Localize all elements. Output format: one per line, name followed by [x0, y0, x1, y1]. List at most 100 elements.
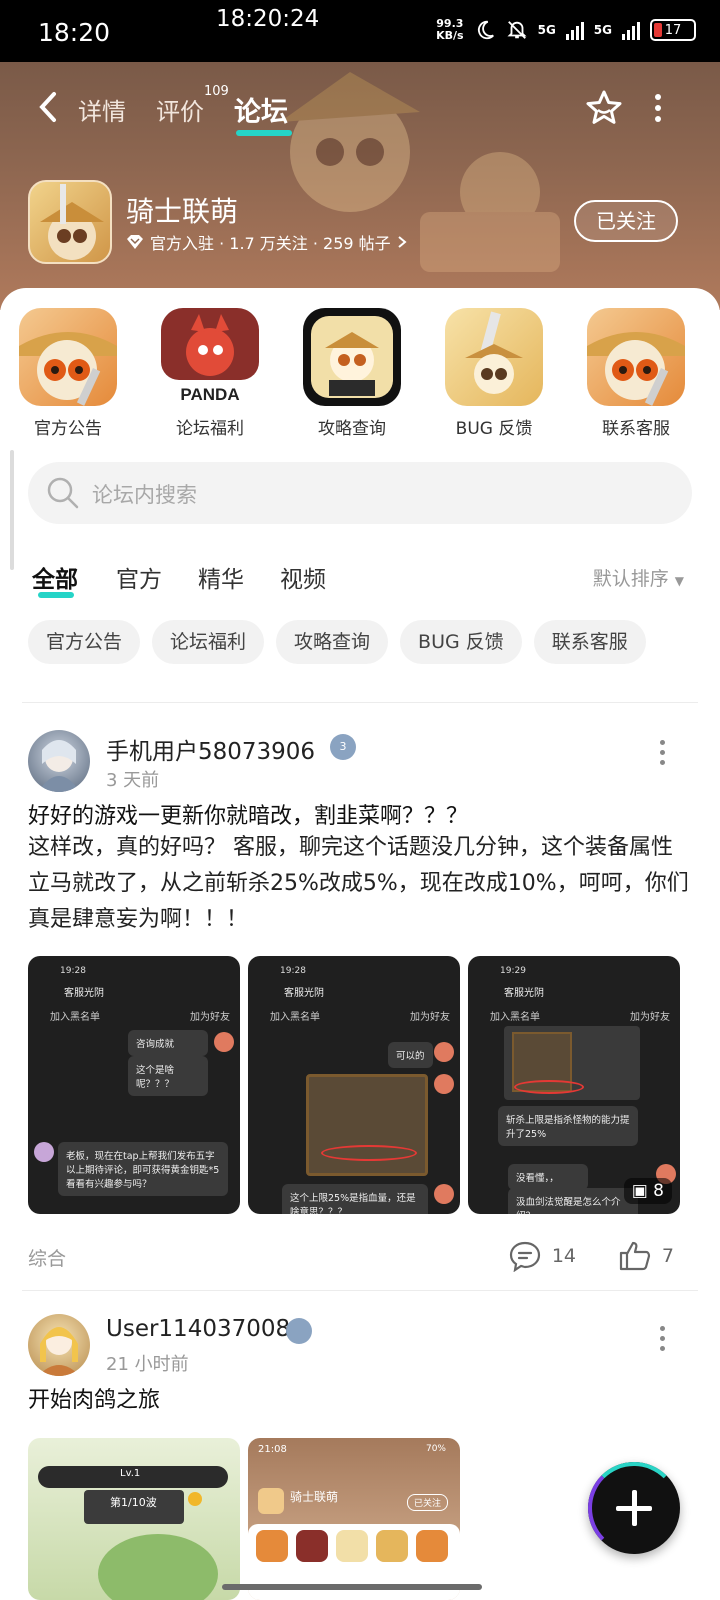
search-icon — [47, 477, 79, 509]
filter-tab-featured[interactable]: 精华 — [198, 560, 244, 594]
chip-official-notice[interactable]: 官方公告 — [28, 620, 141, 664]
shot-avatar — [434, 1042, 454, 1062]
clock-overlay: 18:20:24 — [216, 6, 320, 32]
post-image-1[interactable]: 19:28 客服光阴 加入黑名单 加为好友 咨询成就 这个是啥呢？？？ 老板，现在… — [28, 956, 240, 1214]
shortcut-label: 论坛福利 — [176, 419, 244, 439]
post-image-2[interactable]: 21:08 70% 骑士联萌 已关注 — [248, 1438, 460, 1600]
shortcut-guide-lookup[interactable]: 攻略查询 — [302, 308, 402, 439]
filter-tabs: 全部 官方 精华 视频 默认排序 ▼ — [0, 560, 720, 604]
status-time: 18:20 — [38, 18, 111, 47]
shortcut-label: BUG 反馈 — [455, 419, 533, 439]
shortcut-label: 攻略查询 — [318, 419, 386, 439]
image-count-badge[interactable]: ▣ 8 — [623, 1178, 672, 1204]
more-options-icon[interactable] — [654, 94, 662, 122]
panda-knight-icon — [19, 308, 117, 406]
user-avatar[interactable] — [28, 730, 90, 792]
chip-contact-support[interactable]: 联系客服 — [533, 620, 646, 664]
forum-page: 18:20 18:20:24 99.3 KB/s 5G 5G 17 详情 评价 … — [0, 0, 720, 1600]
tab-forum[interactable]: 论坛 — [234, 90, 288, 129]
comment-icon — [509, 1241, 540, 1272]
shot-avatar — [434, 1184, 454, 1204]
thumb-time: 21:08 — [258, 1444, 287, 1455]
shot-time: 19:29 — [500, 966, 526, 976]
shot-item-card — [504, 1026, 640, 1100]
sort-label: 默认排序 — [592, 568, 669, 590]
thumbs-up-icon — [619, 1241, 651, 1271]
post-image-3[interactable]: 19:29 客服光阴 加入黑名单 加为好友 斩杀上限是指杀怪物的能力提升了25% … — [468, 956, 680, 1214]
shortcut-contact-support[interactable]: 联系客服 — [586, 308, 686, 439]
shot-avatar — [434, 1074, 454, 1094]
gallery-icon: ▣ — [631, 1181, 648, 1201]
knight-sword-icon — [445, 308, 543, 406]
post-image-1[interactable]: Lv.1 第1/10波 — [28, 1438, 240, 1600]
forum-content: 官方公告 PANDA 论坛福利 攻略查询 BUG 反馈 联系客服 论坛内搜索 全… — [0, 288, 720, 1600]
game-meta[interactable]: 官方入驻 · 1.7 万关注 · 259 帖子 — [126, 230, 407, 254]
verified-diamond-icon — [127, 235, 143, 249]
comment-button[interactable]: 14 — [508, 1240, 576, 1272]
shot-bubble: 老板，现在在tap上帮我们发布五字以上期待评论，即可获得黄金钥匙*5看看有兴趣参… — [58, 1142, 228, 1196]
shot-actions: 加入黑名单 加为好友 — [490, 1008, 670, 1023]
shortcut-forum-benefits[interactable]: PANDA 论坛福利 — [160, 308, 260, 439]
username[interactable]: 手机用户58073906 — [106, 732, 315, 766]
thumb-logo — [258, 1488, 284, 1514]
image-count: 8 — [653, 1181, 664, 1201]
tab-forum-underline — [236, 130, 292, 136]
follow-button[interactable]: 已关注 — [574, 200, 678, 242]
game-meta-text: 官方入驻 · 1.7 万关注 · 259 帖子 — [150, 234, 391, 253]
shortcut-official-notice[interactable]: 官方公告 — [18, 308, 118, 439]
post-more-icon[interactable] — [660, 740, 666, 770]
thumb-follow: 已关注 — [406, 1494, 448, 1511]
back-arrow-icon[interactable] — [36, 90, 60, 124]
post-more-icon[interactable] — [660, 1326, 666, 1356]
chevron-right-icon — [398, 236, 407, 248]
post-category-tag[interactable]: 综合 — [28, 1244, 66, 1271]
shot-add-friend: 加为好友 — [410, 1012, 450, 1023]
username[interactable]: User114037008 — [106, 1316, 290, 1342]
filter-tab-video[interactable]: 视频 — [280, 560, 326, 594]
chip-forum-benefits[interactable]: 论坛福利 — [152, 620, 265, 664]
forum-search-input[interactable]: 论坛内搜索 — [28, 462, 692, 524]
post-card[interactable]: User114037008 21 小时前 开始肉鸽之旅 Lv.1 第1/10波 … — [0, 1290, 720, 1600]
shot-blacklist: 加入黑名单 — [270, 1012, 320, 1023]
sort-dropdown[interactable]: 默认排序 ▼ — [593, 564, 684, 591]
tab-details[interactable]: 详情 — [78, 92, 126, 127]
panda-knight-icon — [587, 308, 685, 406]
tree-shape — [98, 1534, 218, 1600]
battery-level: 17 — [664, 22, 682, 38]
shot-bubble: 咨询成就 — [128, 1030, 208, 1056]
filter-tab-official[interactable]: 官方 — [116, 560, 162, 594]
post-card[interactable]: 手机用户58073906 3 3 天前 好好的游戏一更新你就暗改，割韭菜啊？？？… — [0, 702, 720, 1310]
thumb-icon-row — [256, 1530, 448, 1562]
shot-bubble: 斩杀上限是指杀怪物的能力提升了25% — [498, 1106, 638, 1146]
shortcut-row: 官方公告 PANDA 论坛福利 攻略查询 BUG 反馈 联系客服 — [0, 308, 720, 439]
post-body: 这样改，真的好吗？ 客服，聊完这个话题没几分钟，这个装备属性立马就改了，从之前斩… — [28, 835, 689, 932]
shot-chat-name: 客服光阴 — [284, 988, 324, 999]
chip-bug-report[interactable]: BUG 反馈 — [400, 620, 522, 664]
home-indicator[interactable] — [222, 1584, 482, 1590]
game-name: 骑士联萌 — [126, 195, 239, 228]
top-nav: 详情 评价 109 论坛 — [0, 80, 720, 140]
shot-chat-name: 客服光阴 — [504, 988, 544, 999]
shot-blacklist: 加入黑名单 — [50, 1012, 100, 1023]
signal-1-icon — [565, 20, 584, 40]
chip-guide-lookup[interactable]: 攻略查询 — [276, 620, 389, 664]
star-favorite-icon[interactable] — [584, 88, 624, 128]
hud-level: Lv.1 — [120, 1468, 141, 1479]
thumb-game-name: 骑士联萌 — [290, 1490, 339, 1504]
shot-blacklist: 加入黑名单 — [490, 1012, 540, 1023]
create-post-button[interactable] — [588, 1462, 680, 1554]
shot-add-friend: 加为好友 — [190, 1012, 230, 1023]
status-icons: 99.3 KB/s 5G 5G 17 — [436, 18, 696, 42]
filter-tab-all[interactable]: 全部 — [32, 560, 78, 594]
like-button[interactable]: 7 — [618, 1240, 674, 1272]
tab-reviews[interactable]: 评价 — [156, 92, 204, 127]
user-avatar[interactable] — [28, 1314, 90, 1376]
game-logo — [28, 180, 112, 264]
shortcut-bug-report[interactable]: BUG 反馈 — [444, 308, 544, 439]
post-time: 21 小时前 — [106, 1354, 189, 1375]
status-bar: 18:20 18:20:24 99.3 KB/s 5G 5G 17 — [0, 0, 720, 62]
signal-2-label: 5G — [593, 23, 612, 37]
post-images: 19:28 客服光阴 加入黑名单 加为好友 咨询成就 这个是啥呢？？？ 老板，现在… — [28, 956, 680, 1214]
search-placeholder: 论坛内搜索 — [92, 483, 197, 507]
post-image-2[interactable]: 19:28 客服光阴 加入黑名单 加为好友 可以的 这个上限25%是指血量，还是啥… — [248, 956, 460, 1214]
